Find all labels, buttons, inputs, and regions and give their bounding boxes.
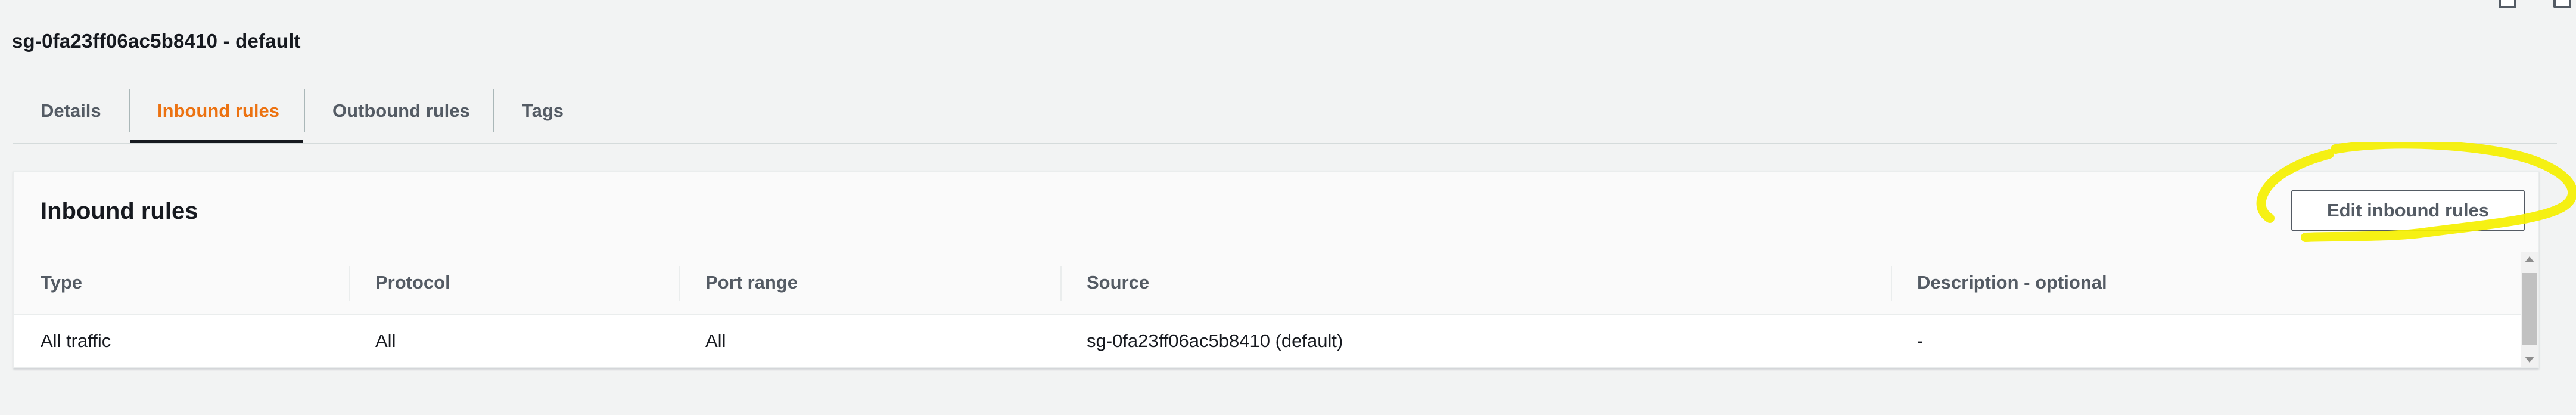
tab-divider xyxy=(304,89,305,132)
tab-details[interactable]: Details xyxy=(41,79,101,143)
column-header-type[interactable]: Type xyxy=(41,252,82,314)
page-title: sg-0fa23ff06ac5b8410 - default xyxy=(12,30,301,52)
column-resizer[interactable] xyxy=(1891,266,1892,301)
column-header-protocol[interactable]: Protocol xyxy=(375,252,450,314)
window-icon[interactable] xyxy=(2499,0,2516,8)
column-header-port-range[interactable]: Port range xyxy=(705,252,798,314)
column-header-source[interactable]: Source xyxy=(1087,252,1149,314)
column-header-description[interactable]: Description - optional xyxy=(1917,252,2107,314)
tab-divider xyxy=(129,89,130,132)
cell-description: - xyxy=(1917,330,1924,351)
panel-title: Inbound rules xyxy=(41,198,198,224)
scroll-thumb[interactable] xyxy=(2522,273,2537,345)
table-row[interactable]: All traffic All All sg-0fa23ff06ac5b8410… xyxy=(14,315,2521,367)
table-header: Type Protocol Port range Source Descript… xyxy=(14,252,2521,315)
tab-inbound-rules[interactable]: Inbound rules xyxy=(157,79,279,143)
column-resizer[interactable] xyxy=(349,266,350,301)
cell-source: sg-0fa23ff06ac5b8410 (default) xyxy=(1087,330,1343,351)
scroll-up-arrow-icon[interactable] xyxy=(2525,256,2534,262)
inbound-rules-panel: Inbound rules Edit inbound rules Type Pr… xyxy=(13,171,2539,368)
tab-bar: Details Inbound rules Outbound rules Tag… xyxy=(13,79,2557,143)
column-resizer[interactable] xyxy=(1060,266,1062,301)
tab-tags[interactable]: Tags xyxy=(522,79,564,143)
tabs-divider xyxy=(13,143,2557,144)
window-icon[interactable] xyxy=(2553,0,2571,8)
tab-divider xyxy=(493,89,494,132)
scroll-down-arrow-icon[interactable] xyxy=(2525,357,2534,363)
cell-port-range: All xyxy=(705,330,726,351)
tab-outbound-rules[interactable]: Outbound rules xyxy=(332,79,470,143)
table-scrollbar[interactable] xyxy=(2521,252,2538,367)
edit-inbound-rules-button[interactable]: Edit inbound rules xyxy=(2291,190,2525,231)
panel-header: Inbound rules Edit inbound rules xyxy=(14,172,2538,253)
column-resizer[interactable] xyxy=(679,266,680,301)
cell-type: All traffic xyxy=(41,330,111,351)
cell-protocol: All xyxy=(375,330,396,351)
